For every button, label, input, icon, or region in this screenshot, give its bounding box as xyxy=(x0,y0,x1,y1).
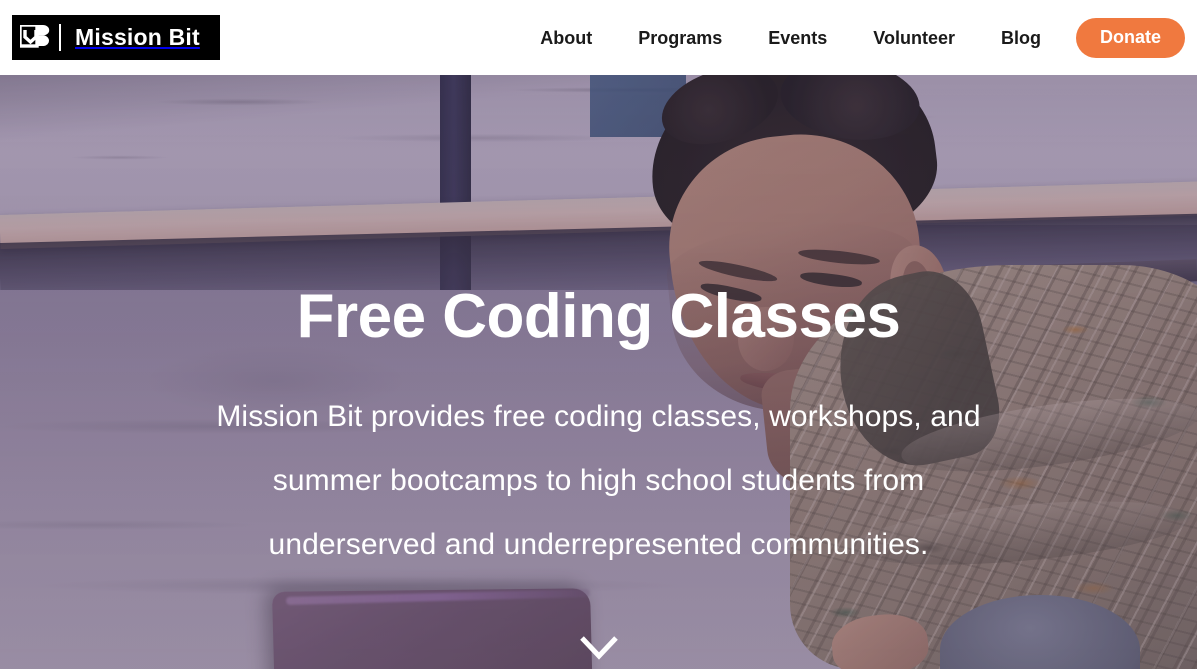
hero-subtitle-line-3: underserved and underrepresented communi… xyxy=(268,528,929,562)
logo-divider xyxy=(59,24,61,51)
logo-text: Mission Bit xyxy=(75,24,200,50)
hero-section: Mission Bit Free Coding Classes Mission … xyxy=(0,75,1197,669)
hero-title: Free Coding Classes xyxy=(296,282,901,351)
nav-item-blog[interactable]: Blog xyxy=(978,18,1064,58)
main-navigation: About Programs Events Volunteer Blog Don… xyxy=(517,17,1197,58)
site-header: Mission Bit About Programs Events Volunt… xyxy=(0,0,1197,75)
hero-subtitle-line-1: Mission Bit provides free coding classes… xyxy=(216,400,981,434)
logo-link[interactable]: Mission Bit xyxy=(12,15,220,60)
nav-item-volunteer[interactable]: Volunteer xyxy=(850,18,978,58)
nav-item-about[interactable]: About xyxy=(517,18,615,58)
hero-subtitle: Mission Bit provides free coding classes… xyxy=(129,385,1069,577)
nav-item-programs[interactable]: Programs xyxy=(615,18,745,58)
mission-bit-monogram-icon xyxy=(12,15,59,60)
hero-content: Free Coding Classes Mission Bit provides… xyxy=(0,75,1197,669)
chevron-down-icon[interactable] xyxy=(577,634,621,667)
nav-item-events[interactable]: Events xyxy=(745,18,850,58)
hero-subtitle-line-2: summer bootcamps to high school students… xyxy=(272,464,925,498)
donate-button[interactable]: Donate xyxy=(1075,17,1185,58)
